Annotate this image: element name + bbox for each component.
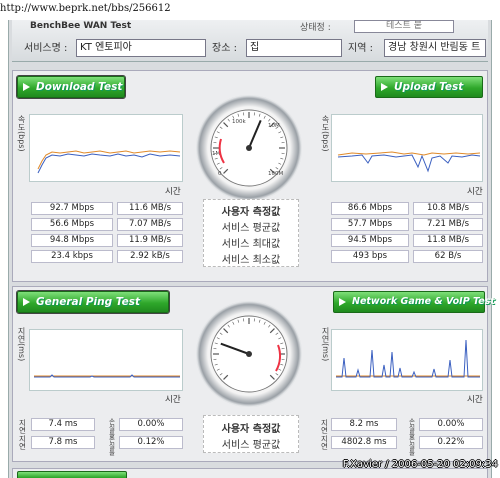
speed-gauge-dial: 100k 0 1M 10M 100M: [210, 109, 288, 187]
general-ping-test-label: General Ping Test: [36, 296, 140, 308]
ping-graph: [29, 329, 183, 391]
upload-series-blue: [337, 154, 481, 173]
play-arrow-icon: [339, 298, 346, 306]
game-user-delay: 8.2 ms: [331, 418, 397, 431]
game-delay-label-2: 지연: [320, 435, 329, 450]
game-graph-xlabel: 시간: [467, 395, 483, 405]
ping-loss-label: 손실률: [107, 418, 115, 438]
download-graph-svg: [37, 150, 181, 174]
game-user-loss: 0.00%: [419, 418, 483, 431]
upload-graph: [331, 114, 483, 182]
gauge-label-100m: 100M: [268, 171, 283, 177]
network-game-voip-test-button[interactable]: Network Game & VoIP Test: [333, 291, 495, 313]
region-label: 지역 :: [348, 43, 373, 54]
ping-label-avg: 서비스 평균값: [221, 440, 281, 451]
next-test-button[interactable]: [17, 471, 127, 478]
ping-avg-loss: 0.12%: [119, 436, 183, 449]
speed-center-labels: 사용자 측정값 서비스 평균값 서비스 최대값 서비스 최소값: [203, 199, 299, 267]
upload-user-Bps: 10.8 MB/s: [413, 202, 483, 215]
game-graph: [331, 329, 483, 391]
play-arrow-icon: [23, 298, 30, 306]
game-avg-delay: 4802.8 ms: [331, 436, 397, 449]
download-graph: [29, 114, 183, 182]
signature-watermark: F.Xavier / 2006-05-20 02:09:34: [342, 459, 498, 470]
gauge-label-zero: 0: [218, 171, 222, 177]
speed-label-user: 사용자 측정값: [221, 207, 281, 218]
upload-graph-ylabel: 속도(bps): [321, 115, 330, 152]
gauge-label-top: 100k: [232, 119, 246, 125]
download-series-orange: [37, 150, 181, 170]
speed-gauge: 100k 0 1M 10M 100M: [196, 95, 302, 201]
game-graph-ylabel: 지연(ms): [321, 327, 330, 362]
download-series-blue: [37, 153, 181, 174]
status-label: 상태정 :: [300, 23, 331, 33]
game-avg-loss: 0.22%: [419, 436, 483, 449]
ping-test-panel: General Ping Test Network Game & VoIP Te…: [12, 286, 495, 462]
upload-min-Bps: 62 B/s: [413, 250, 483, 263]
download-min-Bps: 2.92 kB/s: [117, 250, 183, 263]
upload-max-bps: 94.5 Mbps: [331, 234, 409, 247]
speed-test-panel: Download Test Upload Test 속도(bps) 시간 100…: [12, 70, 488, 282]
ping-delay-label: 지연: [18, 419, 27, 434]
speed-label-max: 서비스 최대값: [221, 239, 281, 250]
game-series-blue: [336, 339, 480, 378]
ping-loss-label-2: 손실률: [107, 436, 115, 456]
upload-test-label: Upload Test: [394, 81, 464, 93]
download-test-label: Download Test: [36, 81, 123, 93]
ping-avg-delay: 7.8 ms: [31, 436, 95, 449]
game-loss-label: 손실률: [407, 418, 415, 438]
ping-label-user: 사용자 측정값: [221, 424, 281, 435]
region-field[interactable]: 경남 창원시 반림동 트: [384, 39, 486, 57]
ping-delay-label-2: 지연: [18, 435, 27, 450]
upload-series-orange: [337, 151, 481, 156]
download-user-bps: 92.7 Mbps: [31, 202, 113, 215]
download-graph-xlabel: 시간: [165, 187, 181, 197]
upload-graph-xlabel: 시간: [467, 187, 483, 197]
ping-gauge: [196, 301, 302, 407]
ping-graph-ylabel: 지연(ms): [17, 327, 26, 362]
ping-graph-xlabel: 시간: [165, 395, 181, 405]
game-loss-label-2: 손실률: [407, 436, 415, 456]
play-arrow-icon: [23, 83, 30, 91]
upload-max-Bps: 11.8 MB/s: [413, 234, 483, 247]
ping-center-labels: 사용자 측정값 서비스 평균값: [203, 415, 299, 453]
upload-user-bps: 86.6 Mbps: [331, 202, 409, 215]
play-arrow-icon: [381, 83, 388, 91]
ping-user-delay: 7.4 ms: [31, 418, 95, 431]
network-game-voip-test-label: Network Game & VoIP Test: [352, 296, 495, 307]
download-user-Bps: 11.6 MB/s: [117, 202, 183, 215]
game-delay-label: 지연: [320, 419, 329, 434]
general-ping-test-button[interactable]: General Ping Test: [16, 290, 170, 314]
download-max-bps: 94.8 Mbps: [31, 234, 113, 247]
ping-gauge-dial: [210, 315, 288, 393]
upload-avg-bps: 57.7 Mbps: [331, 218, 409, 231]
upload-min-bps: 493 bps: [331, 250, 409, 263]
gauge-label-10m: 10M: [268, 123, 280, 129]
download-min-bps: 23.4 kbps: [31, 250, 113, 263]
ping-graph-svg: [34, 374, 180, 378]
upload-test-button[interactable]: Upload Test: [375, 76, 483, 98]
download-avg-Bps: 7.07 MB/s: [117, 218, 183, 231]
upload-graph-svg: [337, 151, 481, 173]
speed-label-avg: 서비스 평균값: [221, 223, 281, 234]
app-title: BenchBee WAN Test: [30, 21, 132, 31]
service-name-label: 서비스명 :: [24, 43, 68, 54]
download-avg-bps: 56.6 Mbps: [31, 218, 113, 231]
ping-user-loss: 0.00%: [119, 418, 183, 431]
test-header: BenchBee WAN Test 상태정 : 테스트 붙 서비스명 : KT …: [12, 20, 488, 62]
status-value: 테스트 붙: [354, 20, 454, 33]
download-graph-ylabel: 속도(bps): [17, 115, 26, 152]
service-name-field[interactable]: KT 엔토피아: [76, 39, 206, 57]
speed-label-min: 서비스 최소값: [221, 255, 281, 266]
download-max-Bps: 11.9 MB/s: [117, 234, 183, 247]
location-label: 장소 :: [212, 43, 237, 54]
game-graph-svg: [336, 339, 480, 378]
location-field[interactable]: 집: [246, 39, 342, 57]
browser-url[interactable]: http://www.beprk.net/bbs/256612: [0, 3, 171, 14]
upload-avg-Bps: 7.21 MB/s: [413, 218, 483, 231]
download-test-button[interactable]: Download Test: [16, 75, 126, 99]
